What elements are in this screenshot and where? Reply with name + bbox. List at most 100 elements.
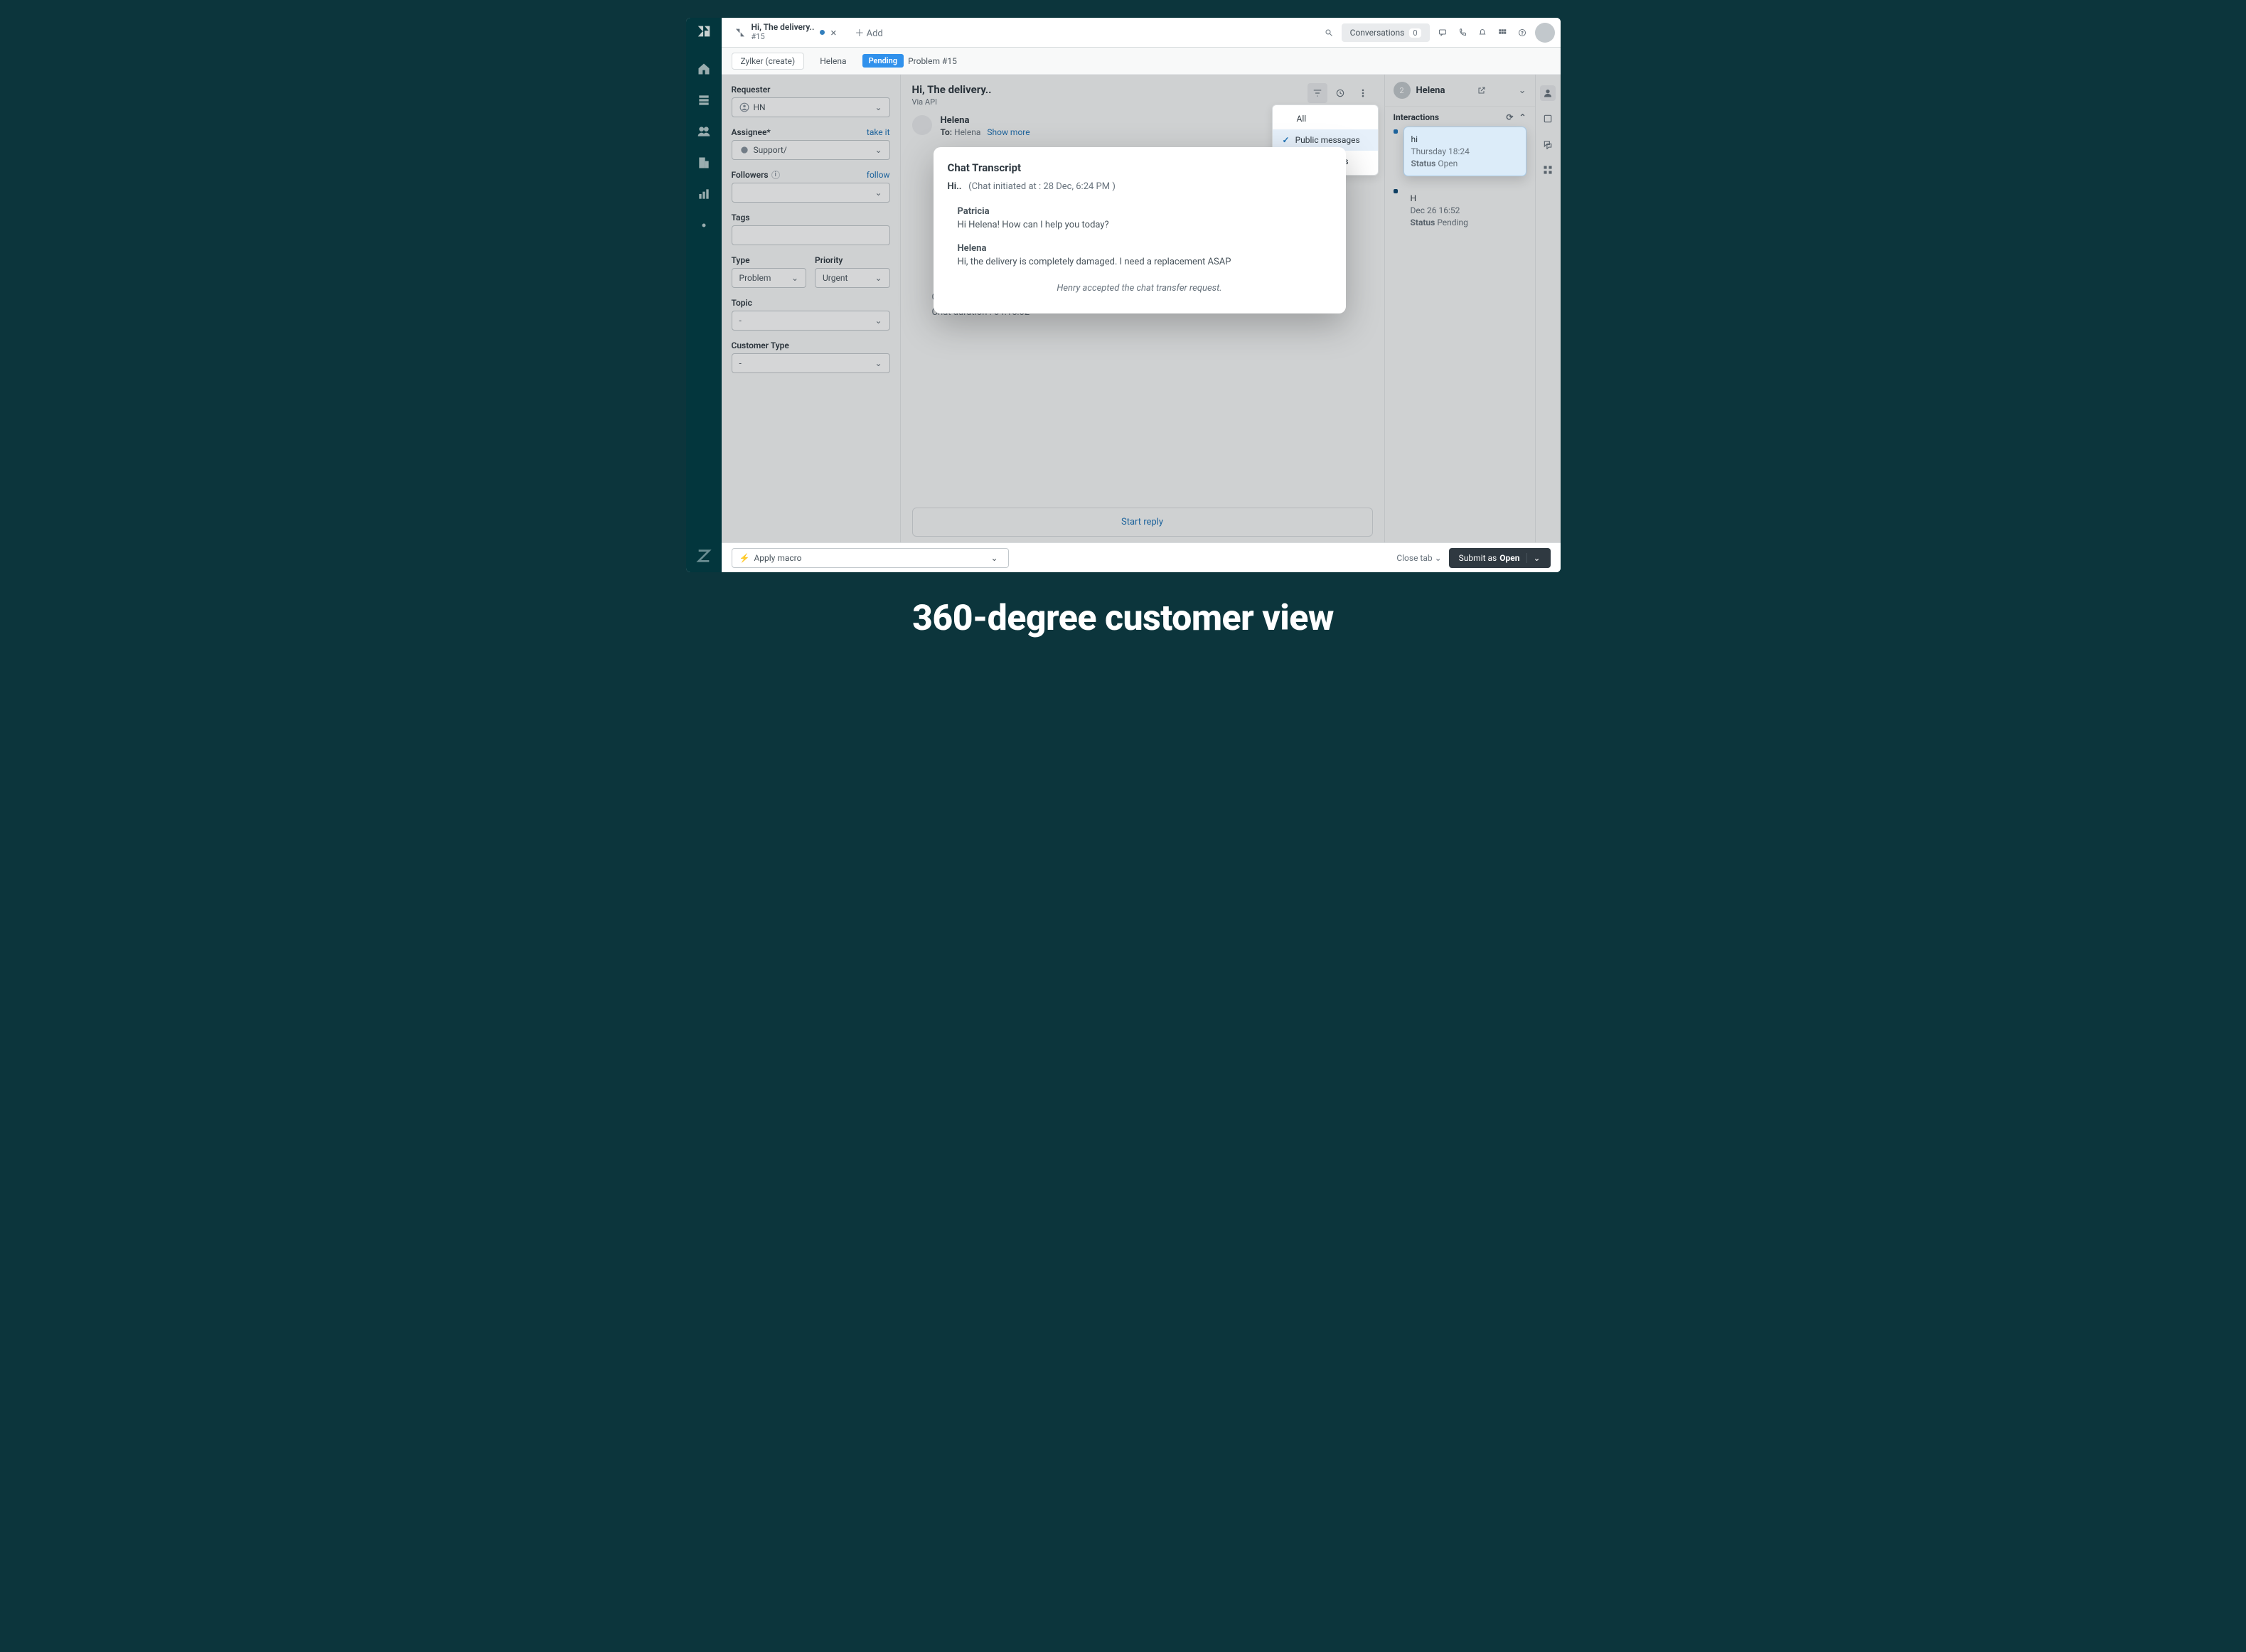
priority-select[interactable]: Urgent ⌄ (815, 268, 890, 288)
customer-type-value: - (739, 358, 742, 368)
home-icon[interactable] (697, 62, 711, 76)
help-icon[interactable]: ? (1515, 23, 1529, 43)
org-icon[interactable] (697, 156, 711, 170)
reports-icon[interactable] (697, 187, 711, 201)
apply-macro-select[interactable]: ⚡ Apply macro ⌄ (732, 548, 1009, 568)
followers-select[interactable]: ⌄ (732, 183, 890, 203)
filter-button[interactable] (1308, 83, 1327, 103)
customer-name: Helena (1416, 85, 1445, 96)
follow-link[interactable]: follow (867, 170, 890, 180)
customer-type-select[interactable]: - ⌄ (732, 353, 890, 373)
phone-icon[interactable] (1455, 23, 1470, 43)
assignee-select[interactable]: Support/ ⌄ (732, 140, 890, 160)
show-more-link[interactable]: Show more (987, 127, 1030, 137)
info-icon: i (771, 171, 780, 179)
knowledge-icon[interactable] (1540, 111, 1556, 127)
chevron-down-icon[interactable]: ⌄ (1526, 553, 1540, 563)
apps-icon[interactable] (1540, 162, 1556, 178)
breadcrumb-ticket: Problem #15 (908, 56, 957, 66)
chevron-down-icon: ⌄ (1435, 553, 1442, 563)
chevron-down-icon: ⌄ (875, 316, 882, 326)
start-reply-button[interactable]: Start reply (912, 508, 1373, 537)
context-rail (1535, 75, 1561, 542)
ticket-title: Hi, The delivery.. (912, 83, 992, 96)
marketing-caption: 360-degree customer view (912, 598, 1334, 639)
requester-select[interactable]: HN ⌄ (732, 97, 890, 117)
views-icon[interactable] (697, 93, 711, 107)
interaction-title: hi (1411, 134, 1519, 144)
type-select[interactable]: Problem ⌄ (732, 268, 807, 288)
search-icon[interactable] (1322, 23, 1336, 43)
group-icon (739, 145, 749, 155)
conversations-count: 0 (1409, 28, 1421, 38)
close-tab-label: Close tab (1396, 553, 1432, 563)
close-tab-button[interactable]: Close tab ⌄ (1389, 549, 1448, 567)
settings-icon[interactable] (697, 218, 711, 232)
user-avatar[interactable] (1535, 23, 1555, 43)
followers-label: Followers (732, 170, 769, 180)
filter-all-label: All (1297, 114, 1307, 124)
transcript-line-2: Hi, the delivery is completely damaged. … (958, 257, 1332, 267)
transcript-system-note: Henry accepted the chat transfer request… (948, 283, 1332, 294)
transcript-title: Chat Transcript (948, 161, 1332, 174)
filter-public-label: Public messages (1295, 135, 1360, 145)
topic-label: Topic (732, 298, 890, 308)
conversations-icon[interactable] (1540, 136, 1556, 152)
priority-value: Urgent (823, 273, 847, 283)
apply-macro-label: Apply macro (754, 553, 801, 563)
interaction-time: Dec 26 16:52 (1411, 205, 1519, 215)
tab-close-icon[interactable]: × (830, 26, 836, 39)
more-button[interactable] (1353, 83, 1373, 103)
tags-input[interactable] (732, 225, 890, 245)
user-circle-icon (739, 102, 749, 112)
ticket-tab[interactable]: Hi, The delivery.. #15 × (727, 20, 844, 44)
breadcrumb-org[interactable]: Zylker (create) (732, 53, 805, 70)
topic-value: - (739, 316, 742, 326)
message-to-value: Helena (954, 127, 980, 137)
ticket-tab-icon (734, 27, 746, 38)
timeline-bullet-icon (1394, 129, 1398, 134)
customers-icon[interactable] (697, 124, 711, 139)
conversations-button[interactable]: Conversations 0 (1342, 23, 1430, 42)
requester-value: HN (754, 102, 766, 112)
unsaved-dot-icon (820, 30, 825, 35)
submit-status: Open (1499, 553, 1519, 563)
bell-icon[interactable] (1475, 23, 1490, 43)
transcript-init-time: (Chat initiated at : 28 Dec, 6:24 PM ) (968, 181, 1116, 192)
add-tab-button[interactable]: Add (849, 24, 888, 41)
status-badge: Pending (862, 54, 904, 68)
interaction-card[interactable]: H Dec 26 16:52 Status Pending (1403, 186, 1526, 235)
customer-panel: 2 Helena ⌄ Interactions ⟳ (1384, 75, 1535, 542)
collapse-icon[interactable]: ⌃ (1519, 112, 1526, 122)
interaction-status-label: Status (1411, 159, 1436, 168)
refresh-icon[interactable]: ⟳ (1506, 112, 1513, 122)
conversations-label: Conversations (1350, 28, 1405, 38)
chat-icon[interactable] (1435, 23, 1450, 43)
take-it-link[interactable]: take it (867, 127, 890, 137)
timeline-bullet-icon (1394, 189, 1398, 193)
user-context-icon[interactable] (1540, 85, 1556, 101)
interaction-status-value: Open (1438, 159, 1458, 168)
app-logo (696, 23, 712, 39)
assignee-label: Assignee* (732, 127, 771, 137)
svg-text:?: ? (1521, 30, 1523, 36)
topic-select[interactable]: - ⌄ (732, 311, 890, 331)
transcript-hi: Hi.. (948, 181, 962, 192)
submit-button[interactable]: Submit as Open ⌄ (1449, 548, 1551, 568)
filter-all[interactable]: All (1273, 108, 1378, 129)
bolt-icon: ⚡ (739, 553, 750, 563)
breadcrumb-user[interactable]: Helena (811, 53, 855, 69)
apps-grid-icon[interactable] (1495, 23, 1509, 43)
transcript-line-1: Hi Helena! How can I help you today? (958, 220, 1332, 230)
external-link-icon[interactable] (1477, 86, 1486, 95)
interaction-card[interactable]: hi Thursday 18:24 Status Open (1403, 127, 1526, 176)
priority-label: Priority (815, 255, 890, 265)
left-nav-rail (686, 18, 722, 572)
chevron-down-icon: ⌄ (875, 145, 882, 155)
interaction-status-value: Pending (1437, 218, 1468, 227)
history-button[interactable] (1330, 83, 1350, 103)
chevron-down-icon: ⌄ (875, 273, 882, 283)
chevron-down-icon[interactable]: ⌄ (1519, 85, 1526, 96)
interaction-time: Thursday 18:24 (1411, 146, 1519, 156)
interaction-title: H (1411, 193, 1519, 203)
